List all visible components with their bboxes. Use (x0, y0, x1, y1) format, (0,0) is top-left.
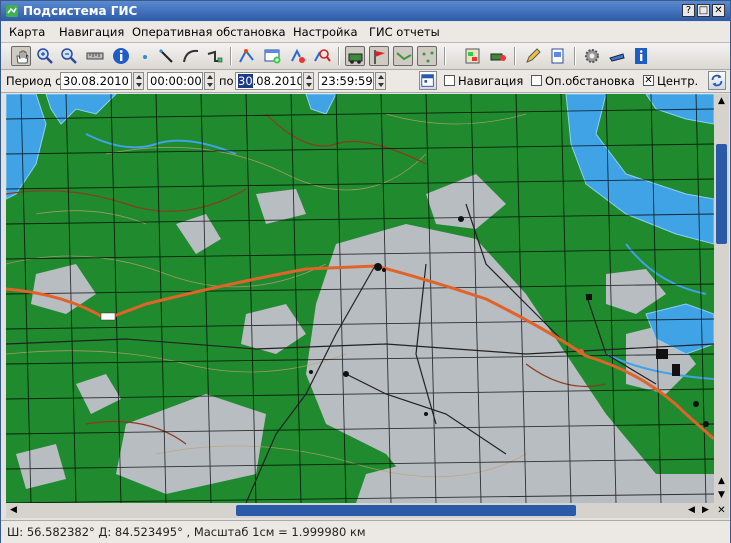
period-label: Период с (6, 74, 62, 88)
calendar-apply-button[interactable] (419, 71, 437, 90)
menu-bar: Карта Навигация Оперативная обстановка Н… (1, 22, 730, 43)
to-time-spinner[interactable] (375, 72, 386, 90)
center-checkbox[interactable]: ✕ (643, 75, 654, 86)
zoom-out-icon[interactable] (59, 46, 79, 66)
window-title: Подсистема ГИС (23, 4, 138, 18)
from-time-field[interactable]: 00:00:00 (147, 72, 203, 90)
help-button[interactable]: ? (682, 4, 695, 17)
horizontal-scroll-thumb[interactable] (236, 505, 576, 516)
route-icon[interactable] (237, 46, 257, 66)
bridge-marker (100, 312, 116, 321)
from-time-spinner[interactable] (204, 72, 215, 90)
toolbar-separator (230, 47, 232, 65)
scroll-up-button[interactable]: ▲ (714, 94, 729, 109)
app-window: Подсистема ГИС ? □ ✕ Карта Навигация Опе… (0, 0, 731, 543)
navigation-checkbox-label: Навигация (458, 74, 524, 88)
scroll-down-button[interactable]: ▼ (714, 488, 729, 503)
object-search-icon[interactable] (312, 46, 332, 66)
pan-hand-icon[interactable] (11, 46, 31, 66)
point-icon[interactable] (135, 46, 155, 66)
vehicle-green-icon[interactable] (345, 46, 365, 66)
to-date-field[interactable]: 30.08.2010 (235, 72, 302, 90)
toolbar-separator (574, 47, 576, 65)
menu-operational[interactable]: Оперативная обстановка (132, 25, 286, 39)
object-move-icon[interactable] (288, 46, 308, 66)
toolbar-separator (338, 47, 340, 65)
toolbar (1, 43, 730, 70)
settings-gear-icon[interactable] (582, 46, 602, 66)
vehicle-red-icon[interactable] (369, 46, 389, 66)
info-icon[interactable] (111, 46, 131, 66)
menu-navigation[interactable]: Навигация (59, 25, 124, 39)
vertical-scroll-thumb[interactable] (716, 144, 727, 244)
zoom-in-icon[interactable] (35, 46, 55, 66)
print-icon[interactable] (548, 46, 568, 66)
coordinates-scale-readout: Ш: 56.582382° Д: 84.523495° , Масштаб 1с… (7, 525, 366, 539)
title-bar: Подсистема ГИС ? □ ✕ (1, 1, 730, 21)
measure-ruler-icon[interactable] (85, 46, 105, 66)
topographic-map (6, 94, 714, 503)
cloud-icon[interactable] (607, 46, 627, 66)
from-date-field[interactable]: 30.08.2010 (60, 72, 132, 90)
layer-vehicle-icon[interactable] (488, 46, 508, 66)
corner-resize-icon[interactable]: ✕ (714, 503, 729, 518)
map-canvas[interactable] (6, 94, 714, 503)
scroll-right-button[interactable]: ▶ (698, 503, 713, 518)
operational-checkbox-label: Оп.обстановка (545, 74, 635, 88)
maximize-button[interactable]: □ (697, 4, 710, 17)
scroll-down-small-button[interactable]: ▲ (714, 474, 729, 489)
center-checkbox-label: Центр. (657, 74, 699, 88)
menu-gis-reports[interactable]: ГИС отчеты (369, 25, 440, 39)
toolbar-separator (444, 47, 446, 65)
vertical-scrollbar[interactable]: ▲ ▲ ▼ (714, 94, 729, 503)
map-add-icon[interactable] (263, 46, 283, 66)
to-date-spinner[interactable] (303, 72, 314, 90)
horizontal-scrollbar[interactable]: ◀ ◀ ▶ (6, 503, 714, 518)
dots-icon[interactable] (417, 46, 437, 66)
period-bar: Период с 30.08.2010 00:00:00 по 30.08.20… (1, 70, 730, 93)
layers-icon[interactable] (463, 46, 483, 66)
info-panel-icon[interactable] (631, 46, 651, 66)
refresh-icon (711, 74, 723, 87)
scroll-left-button[interactable]: ◀ (6, 503, 21, 518)
edit-icon[interactable] (523, 46, 543, 66)
track-icon[interactable] (393, 46, 413, 66)
from-date-spinner[interactable] (133, 72, 144, 90)
draw-polyline-icon[interactable] (205, 46, 225, 66)
operational-checkbox[interactable] (531, 75, 542, 86)
menu-settings[interactable]: Настройка (293, 25, 358, 39)
to-label: по (219, 74, 234, 88)
status-bar: Ш: 56.582382° Д: 84.523495° , Масштаб 1с… (1, 520, 730, 543)
toolbar-separator (514, 47, 516, 65)
calendar-icon (421, 74, 434, 87)
refresh-button[interactable] (708, 71, 726, 90)
scroll-right-left-button[interactable]: ◀ (684, 503, 699, 518)
draw-arc-icon[interactable] (181, 46, 201, 66)
draw-line-icon[interactable] (157, 46, 177, 66)
to-date-selection: 30 (238, 74, 253, 88)
to-time-field[interactable]: 23:59:59 (318, 72, 374, 90)
app-icon (6, 5, 18, 17)
menu-karta[interactable]: Карта (9, 25, 45, 39)
to-date-rest: .08.2010 (252, 74, 302, 88)
navigation-checkbox[interactable] (444, 75, 455, 86)
close-button[interactable]: ✕ (712, 4, 725, 17)
